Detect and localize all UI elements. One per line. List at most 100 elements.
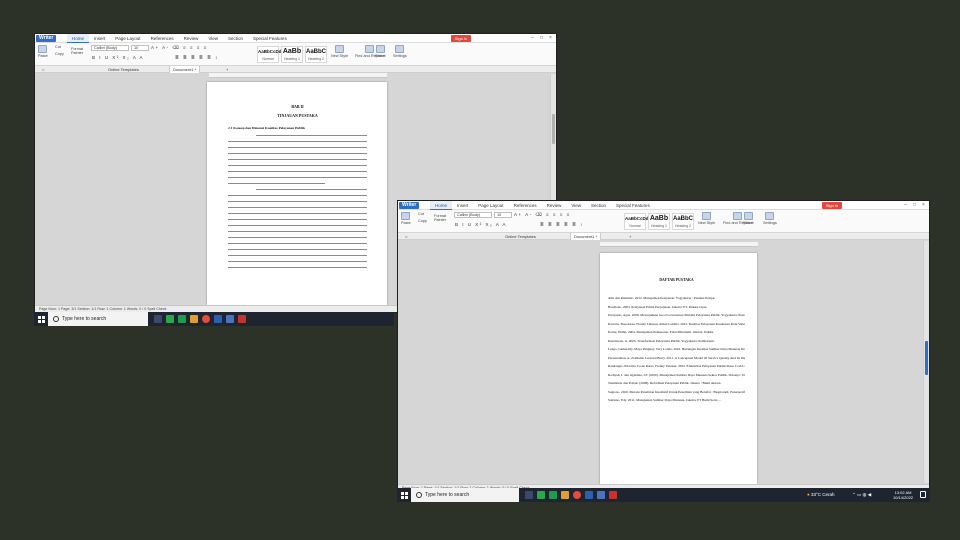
menu-view[interactable]: View <box>566 201 586 210</box>
format-painter-button[interactable]: Format Painter <box>434 214 450 222</box>
menu-review[interactable]: Review <box>179 34 204 43</box>
task-view-icon[interactable] <box>154 315 162 323</box>
notification-icon[interactable] <box>920 491 926 498</box>
tab-home-icon[interactable]: ⌂ <box>402 233 410 240</box>
vertical-scrollbar[interactable] <box>923 241 929 483</box>
menu-insert[interactable]: Insert <box>89 34 110 43</box>
copy-button[interactable]: Copy <box>55 52 64 56</box>
document-icon[interactable] <box>226 315 234 323</box>
document-page[interactable]: DAFTAR PUSTAKA Atik dan Ratminto. 2012. … <box>600 253 757 484</box>
font-name-select[interactable]: Calibri (Body) <box>91 45 129 51</box>
writer-window-front[interactable]: Writer Home Insert Page Layout Reference… <box>397 200 930 492</box>
menu-review[interactable]: Review <box>542 201 567 210</box>
document-page[interactable]: BAB II TINJAUAN PUSTAKA 2.1 Konsep dan D… <box>207 82 387 306</box>
new-tab-button[interactable]: + <box>223 66 231 73</box>
new-style-button[interactable]: New Style <box>698 212 715 225</box>
tab-document1[interactable]: Document1 * <box>169 66 201 73</box>
font-size-select[interactable]: 10 <box>494 212 512 218</box>
paste-button[interactable]: Paste <box>401 212 411 225</box>
settings-button[interactable]: Settings <box>763 212 777 225</box>
pdf-icon[interactable] <box>238 315 246 323</box>
start-button[interactable] <box>397 488 411 502</box>
text-format-tools[interactable]: B I U X² X₂ A A <box>455 222 507 227</box>
style-heading-1[interactable]: AaBb Heading 1 <box>648 213 670 230</box>
paragraph-tools[interactable]: ≣ ≣ ≣ ≣ ≣ ↕ <box>540 222 584 228</box>
format-painter-button[interactable]: Format Painter <box>71 47 87 55</box>
cut-button[interactable]: Cut <box>55 45 61 49</box>
menu-home[interactable]: Home <box>430 201 453 210</box>
file-explorer-icon[interactable] <box>561 491 569 499</box>
find-icon <box>365 45 375 53</box>
style-heading-2[interactable]: AaBbC Heading 2 <box>305 46 327 63</box>
close-icon[interactable]: × <box>546 34 555 43</box>
app-menu-button[interactable]: Writer <box>399 202 420 209</box>
tab-document1[interactable]: Document1 * <box>570 233 602 240</box>
doc-heading-tinjauan: TINJAUAN PUSTAKA <box>277 113 318 118</box>
pdf-icon[interactable] <box>609 491 617 499</box>
app-menu-button[interactable]: Writer <box>36 35 57 42</box>
maximize-icon[interactable]: □ <box>537 34 546 43</box>
tab-online-templates[interactable]: Online Templates <box>105 66 142 73</box>
spreadsheet-icon[interactable] <box>549 491 557 499</box>
document-icon[interactable] <box>597 491 605 499</box>
reference-item: Dwiyanto, Agus. 2008. Mewujudkan Good Go… <box>608 313 745 317</box>
style-normal[interactable]: AaBbCcDd Normal <box>257 46 282 63</box>
taskbar-apps <box>154 315 246 323</box>
taskbar-search[interactable]: Type here to search <box>411 488 519 502</box>
writer-icon[interactable] <box>585 491 593 499</box>
close-icon[interactable]: × <box>919 201 928 210</box>
maximize-icon[interactable]: □ <box>910 201 919 210</box>
minimize-icon[interactable]: – <box>901 201 910 210</box>
sign-in-button[interactable]: Sign in <box>822 202 842 209</box>
font-size-tools[interactable]: A+ A- ⌫ ≡ ≡ ≡ ≡ <box>151 45 208 51</box>
menu-page-layout[interactable]: Page Layout <box>110 34 145 43</box>
weather-widget[interactable]: ● 33°C Cerah <box>807 488 835 502</box>
style-heading-2[interactable]: AaBbC Heading 2 <box>672 213 694 230</box>
taskbar-search[interactable]: Type here to search <box>48 312 148 326</box>
menu-references[interactable]: References <box>509 201 542 210</box>
style-normal[interactable]: AaBbCcDd Normal <box>624 213 649 230</box>
sign-in-button[interactable]: Sign in <box>451 35 471 42</box>
task-view-icon[interactable] <box>525 491 533 499</box>
scroll-thumb[interactable] <box>925 341 928 375</box>
menu-insert[interactable]: Insert <box>452 201 473 210</box>
paragraph-tools[interactable]: ≣ ≣ ≣ ≣ ≣ ↕ <box>175 55 219 61</box>
menu-section[interactable]: Section <box>223 34 248 43</box>
new-style-button[interactable]: New Style <box>331 45 348 58</box>
select-button[interactable]: Select <box>743 212 754 225</box>
copy-button[interactable]: Copy <box>418 219 427 223</box>
new-tab-button[interactable]: + <box>626 233 634 240</box>
text-format-tools[interactable]: B I U X² X₂ A A <box>92 55 144 60</box>
menu-view[interactable]: View <box>203 34 223 43</box>
menu-page-layout[interactable]: Page Layout <box>473 201 508 210</box>
font-size-tools[interactable]: A+ A- ⌫ ≡ ≡ ≡ ≡ <box>514 212 571 218</box>
clock[interactable]: 13:02 AM 10/14/2022 <box>893 490 913 500</box>
font-size-select[interactable]: 10 <box>131 45 149 51</box>
file-explorer-icon[interactable] <box>190 315 198 323</box>
spreadsheet-icon[interactable] <box>178 315 186 323</box>
tab-online-templates[interactable]: Online Templates <box>502 233 539 240</box>
style-heading-1[interactable]: AaBb Heading 1 <box>281 46 303 63</box>
chrome-icon[interactable] <box>202 315 210 323</box>
font-name-select[interactable]: Calibri (Body) <box>454 212 492 218</box>
settings-button[interactable]: Settings <box>393 45 407 58</box>
menu-references[interactable]: References <box>146 34 179 43</box>
start-button[interactable] <box>34 312 48 326</box>
app-green-icon[interactable] <box>166 315 174 323</box>
writer-icon[interactable] <box>214 315 222 323</box>
menu-bar: Home Insert Page Layout References Revie… <box>430 201 655 210</box>
paste-button[interactable]: Paste <box>38 45 48 58</box>
cut-button[interactable]: Cut <box>418 212 424 216</box>
select-button[interactable]: Select <box>375 45 386 58</box>
system-tray-icons[interactable]: ⌃ ▭ ◍ ◀ <box>852 488 871 502</box>
menu-home[interactable]: Home <box>67 34 90 43</box>
menu-section[interactable]: Section <box>586 201 611 210</box>
scroll-thumb[interactable] <box>552 114 555 144</box>
horizontal-ruler <box>600 242 758 247</box>
chrome-icon[interactable] <box>573 491 581 499</box>
tab-home-icon[interactable]: ⌂ <box>39 66 47 73</box>
menu-special-features[interactable]: Special Features <box>248 34 292 43</box>
app-green-icon[interactable] <box>537 491 545 499</box>
menu-special-features[interactable]: Special Features <box>611 201 655 210</box>
minimize-icon[interactable]: – <box>528 34 537 43</box>
